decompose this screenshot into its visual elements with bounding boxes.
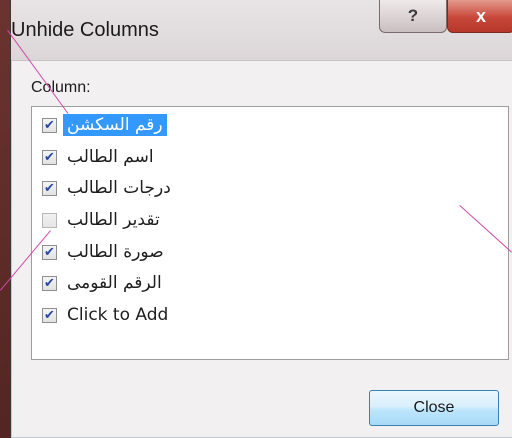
column-name: اسم الطالب bbox=[67, 147, 154, 167]
checkmark-icon: ✔ bbox=[44, 149, 55, 165]
unhide-columns-dialog: Unhide Columns ? x Column: ✔ رقم السكشن … bbox=[10, 0, 512, 438]
checkmark-icon: ✔ bbox=[44, 275, 55, 291]
list-item[interactable]: ✔ Click to Add bbox=[42, 303, 172, 327]
column-name: صورة الطالب bbox=[67, 242, 164, 262]
checkbox[interactable]: ✔ bbox=[42, 244, 57, 260]
checkmark-icon: ✔ bbox=[44, 180, 55, 196]
checkbox[interactable]: ✔ bbox=[42, 180, 57, 196]
checkbox[interactable]: ✔ bbox=[42, 117, 57, 133]
checkbox[interactable]: ✔ bbox=[42, 275, 57, 291]
column-name: درجات الطالب bbox=[67, 178, 171, 198]
list-item[interactable]: ✔ رقم السكشن bbox=[42, 113, 167, 137]
list-item[interactable]: ✔ درجات الطالب bbox=[42, 176, 175, 200]
checkbox[interactable]: ✔ bbox=[42, 307, 57, 323]
column-name: Click to Add bbox=[67, 305, 169, 325]
column-list[interactable]: ✔ رقم السكشن ✔ اسم الطالب ✔ درجات الطالب… bbox=[31, 106, 509, 360]
close-button[interactable]: Close bbox=[369, 390, 499, 426]
help-icon: ? bbox=[407, 6, 419, 25]
window-close-button[interactable]: x bbox=[447, 0, 512, 33]
list-item[interactable]: ✔ صورة الطالب bbox=[42, 240, 168, 264]
column-label: Column: bbox=[31, 79, 91, 96]
dialog-title: Unhide Columns bbox=[11, 19, 159, 41]
column-name: الرقم القومى bbox=[67, 273, 162, 293]
title-bar: Unhide Columns ? x bbox=[11, 0, 512, 61]
checkbox[interactable] bbox=[42, 212, 57, 228]
checkbox[interactable]: ✔ bbox=[42, 149, 57, 165]
list-item[interactable]: ✔ اسم الطالب bbox=[42, 145, 158, 169]
list-item[interactable]: تقدير الطالب bbox=[42, 208, 164, 232]
column-name: رقم السكشن bbox=[63, 114, 167, 136]
list-item[interactable]: ✔ الرقم القومى bbox=[42, 271, 166, 295]
column-name: تقدير الطالب bbox=[67, 210, 160, 230]
checkmark-icon: ✔ bbox=[44, 244, 55, 260]
checkmark-icon: ✔ bbox=[44, 307, 55, 323]
close-icon: x bbox=[475, 5, 486, 26]
help-button[interactable]: ? bbox=[379, 0, 447, 33]
checkmark-icon: ✔ bbox=[44, 117, 55, 133]
